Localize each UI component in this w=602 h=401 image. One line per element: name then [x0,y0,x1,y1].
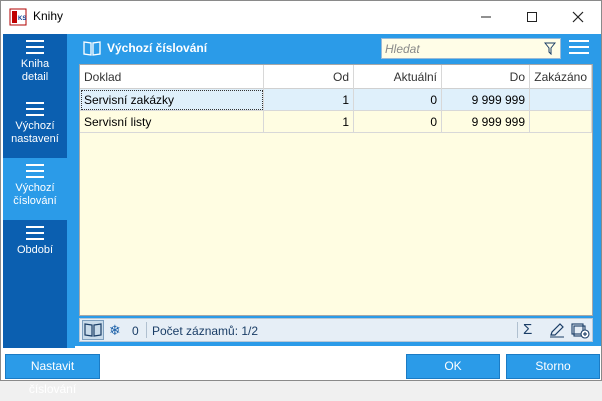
sidebar-item-label: detail [21,71,49,83]
cell-aktualni[interactable]: 0 [354,89,442,111]
book-icon [83,41,101,56]
search-input[interactable] [385,41,535,56]
close-button[interactable] [555,1,601,32]
table-row[interactable]: Servisní zakázky 1 0 9 999 999 [80,89,592,111]
frozen-count: 0 [132,324,139,338]
filter-icon[interactable] [544,42,556,55]
cell-od[interactable]: 1 [264,89,354,111]
minimize-icon [481,16,491,17]
search-box [381,38,561,59]
sidebar-item-label: nastavení [11,133,59,145]
sidebar-item-label: Kniha [20,58,50,70]
record-count: Počet záznamů: 1/2 [152,324,259,338]
dialog-window: KS Knihy Kniha detail Výchozí nastavení … [0,0,602,396]
sidebar-item-kniha-detail[interactable]: Kniha detail [3,34,67,96]
table-header: Doklad Od Aktuální Do Zakázáno [80,65,592,89]
cell-doklad[interactable]: Servisní zakázky [80,89,264,111]
cell-do[interactable]: 9 999 999 [442,111,530,133]
panel-menu-icon[interactable] [569,40,589,55]
cell-aktualni[interactable]: 0 [354,111,442,133]
status-bar: ❄ 0 Počet záznamů: 1/2 Σ [79,318,593,342]
cancel-button[interactable]: Storno [506,354,600,379]
edit-icon[interactable] [548,322,566,338]
window-title: Knihy [33,9,64,23]
snowflake-icon[interactable]: ❄ [109,322,121,339]
sidebar-item-label: Výchozí [15,120,55,132]
app-logo-icon: KS [9,8,27,26]
list-icon [26,226,44,240]
cell-doklad[interactable]: Servisní listy [80,111,264,133]
close-icon [572,11,584,22]
numbering-table: Doklad Od Aktuální Do Zakázáno Servisní … [79,64,593,316]
numbering-panel: Výchozí číslování Doklad Od Aktuální Do … [75,34,601,346]
column-header-do[interactable]: Do [442,65,530,89]
sidebar-item-obdobi[interactable]: Období [3,220,67,282]
sum-icon[interactable]: Σ [523,321,532,338]
list-icon [26,102,44,116]
cell-zakazano[interactable] [530,111,592,133]
column-header-zakazano[interactable]: Zakázáno [530,65,592,89]
set-numbering-button[interactable]: Nastavit číslování [5,354,100,396]
book-view-button[interactable] [82,320,104,340]
add-record-icon[interactable] [570,322,590,339]
sidebar-item-vychozi-cislovani[interactable]: Výchozí číslování [3,158,67,220]
cell-od[interactable]: 1 [264,111,354,133]
cell-zakazano[interactable] [530,89,592,111]
status-divider [146,322,147,338]
maximize-button[interactable] [509,1,555,32]
panel-title: Výchozí číslování [107,41,208,55]
ok-button[interactable]: OK [406,354,500,379]
sidebar-item-label: Výchozí [15,182,55,194]
book-icon [84,323,102,337]
minimize-button[interactable] [463,1,509,32]
column-header-doklad[interactable]: Doklad [80,65,264,89]
sidebar-item-label: číslování [13,195,57,207]
maximize-icon [527,11,537,22]
panel-header: Výchozí číslování [75,34,601,62]
cell-do[interactable]: 9 999 999 [442,89,530,111]
list-icon [26,40,44,54]
sidebar-active-strip [67,34,75,348]
sidebar-item-vychozi-nastaveni[interactable]: Výchozí nastavení [3,96,67,158]
sidebar-item-label: Období [16,244,54,256]
status-divider [517,322,518,338]
sidebar: Kniha detail Výchozí nastavení Výchozí č… [3,34,67,348]
title-bar: KS Knihy [1,1,601,32]
svg-text:KS: KS [18,16,26,22]
table-row[interactable]: Servisní listy 1 0 9 999 999 [80,111,592,133]
column-header-aktualni[interactable]: Aktuální [354,65,442,89]
list-icon [26,164,44,178]
column-header-od[interactable]: Od [264,65,354,89]
